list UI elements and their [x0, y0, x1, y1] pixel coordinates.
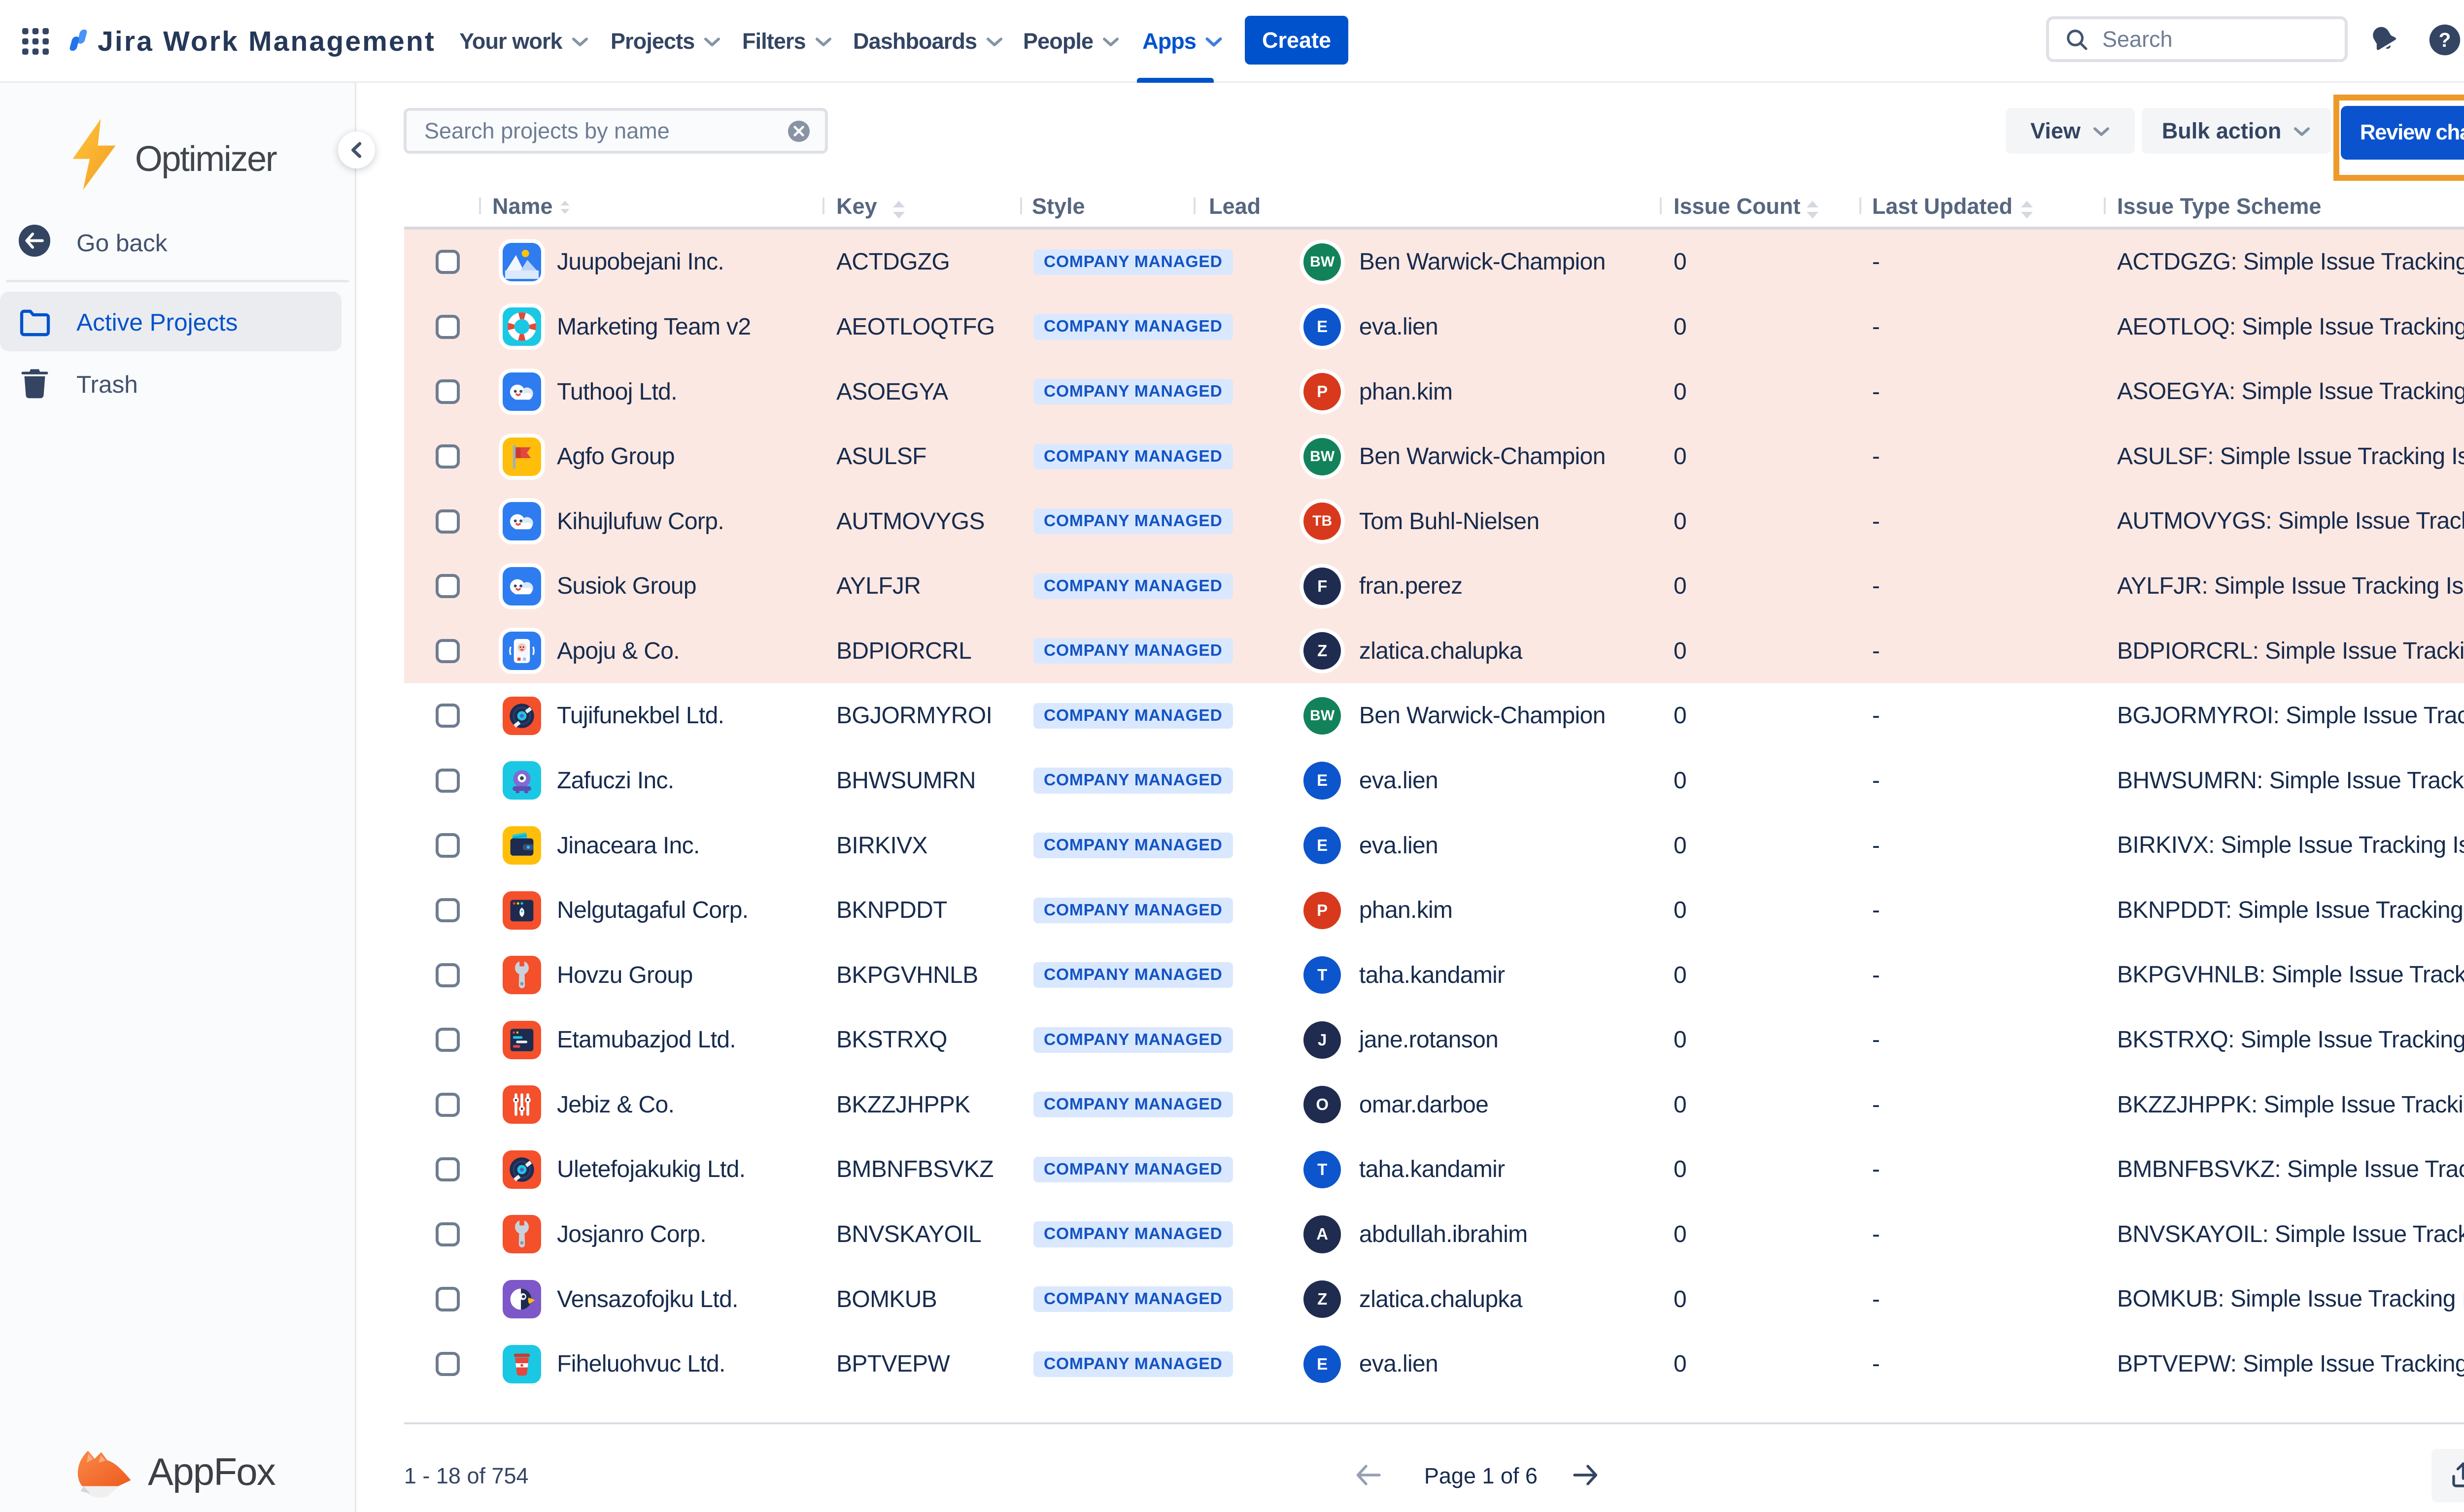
svg-text:?: ? — [2438, 29, 2451, 51]
